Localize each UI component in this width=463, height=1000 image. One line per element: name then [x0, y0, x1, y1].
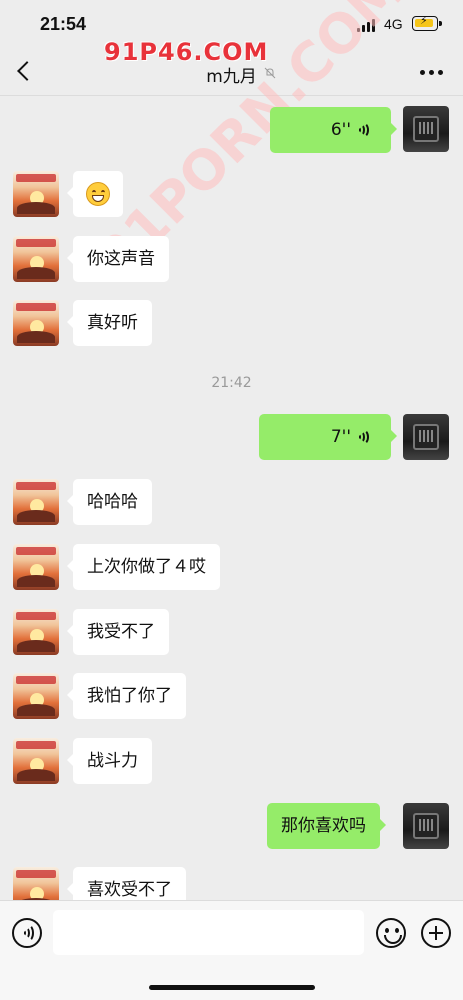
contact-avatar[interactable]	[13, 479, 59, 525]
voice-duration: 7''	[330, 427, 351, 447]
self-avatar[interactable]	[403, 414, 449, 460]
status-time: 21:54	[40, 14, 87, 34]
voice-wave-icon	[357, 429, 371, 445]
contact-avatar[interactable]	[13, 300, 59, 346]
smiley-icon[interactable]	[376, 918, 406, 948]
contact-avatar[interactable]	[13, 673, 59, 719]
message-input[interactable]	[53, 910, 364, 955]
plus-circle-icon[interactable]	[421, 918, 451, 948]
message-bubble[interactable]: 真好听	[67, 300, 152, 346]
voice-wave-icon	[357, 122, 371, 138]
voice-input-icon[interactable]	[12, 918, 42, 948]
message-bubble[interactable]: 我受不了	[67, 609, 169, 655]
self-avatar[interactable]	[403, 106, 449, 152]
message-bubble[interactable]: 你这声音	[67, 236, 169, 282]
voice-duration: 6''	[330, 120, 351, 140]
home-indicator	[149, 985, 315, 990]
contact-avatar[interactable]	[13, 609, 59, 655]
message-bubble[interactable]: 哈哈哈	[67, 479, 152, 525]
message-bubble[interactable]: 战斗力	[67, 738, 152, 784]
watermark-top: 91P46.COM	[104, 38, 269, 66]
chat-timestamp: 21:42	[211, 375, 252, 391]
contact-avatar[interactable]	[13, 544, 59, 590]
more-dots-icon[interactable]	[420, 70, 443, 75]
contact-avatar[interactable]	[13, 738, 59, 784]
voice-message-bubble[interactable]: 6''	[270, 107, 397, 153]
message-bubble[interactable]: 上次你做了４哎	[67, 544, 220, 590]
emoji-message-bubble[interactable]	[67, 171, 123, 217]
battery-charging-icon: ⚡	[412, 14, 442, 31]
self-avatar[interactable]	[403, 803, 449, 849]
contact-avatar[interactable]	[13, 171, 59, 217]
message-bubble[interactable]: 那你喜欢吗	[267, 803, 386, 849]
grinning-face-icon	[86, 182, 110, 206]
voice-message-bubble[interactable]: 7''	[259, 414, 397, 460]
contact-avatar[interactable]	[13, 236, 59, 282]
message-bubble[interactable]: 我怕了你了	[67, 673, 186, 719]
